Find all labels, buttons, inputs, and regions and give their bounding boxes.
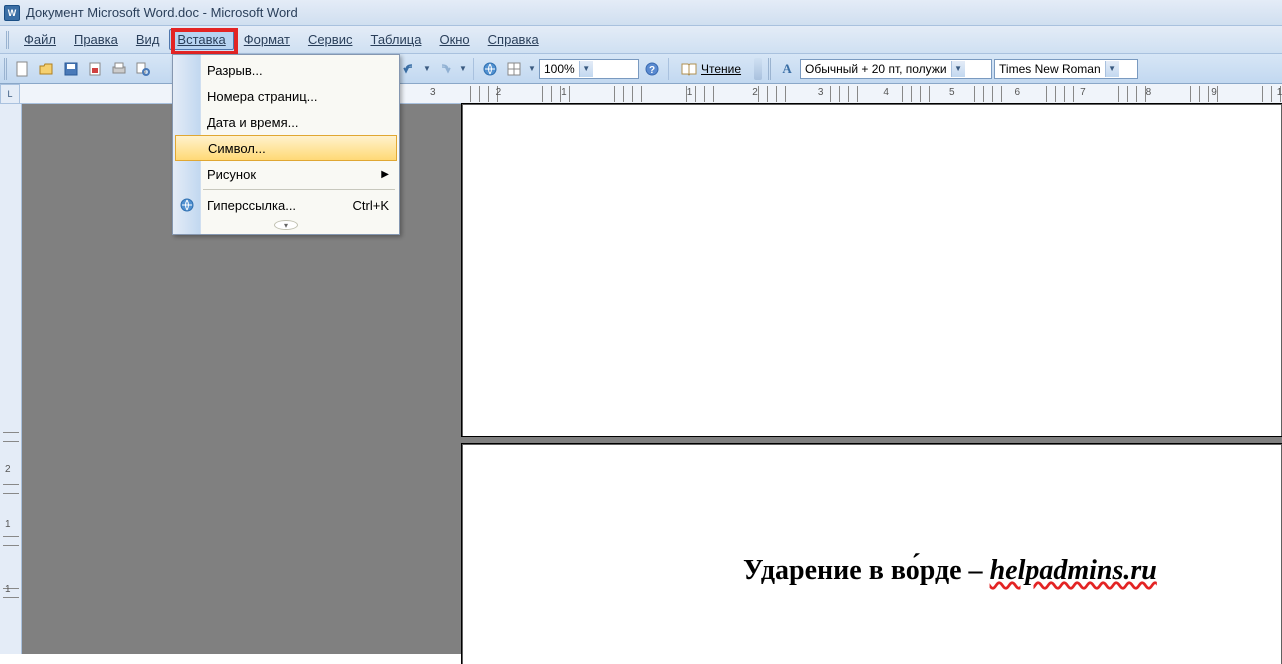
toolbar-separator-2 [668,58,669,80]
menu-format-label: Формат [244,32,290,47]
undo-button[interactable] [398,58,420,80]
svg-text:?: ? [649,65,655,76]
menu-window-label: Окно [439,32,469,47]
dd-picture-label: Рисунок [207,167,256,182]
dd-pagenum-label: Номера страниц... [207,89,318,104]
dd-item-hyperlink[interactable]: Гиперссылка... Ctrl+K [173,192,399,218]
toolbar-overflow[interactable] [754,58,762,80]
reading-layout-button[interactable]: Чтение [674,58,748,80]
chevron-down-icon: ▾ [274,220,298,230]
menu-help-label: Справка [488,32,539,47]
menu-table-label: Таблица [370,32,421,47]
formatting-grip[interactable] [768,58,772,80]
menu-tools-label: Сервис [308,32,353,47]
zoom-value: 100% [544,62,575,76]
menubar-grip[interactable] [6,31,10,49]
doc-text-part1: Ударение в во́рде – [743,555,990,586]
save-button[interactable] [60,58,82,80]
dd-item-break[interactable]: Разрыв... [173,57,399,83]
dd-hyperlink-shortcut: Ctrl+K [353,198,389,213]
menubar: Файл Правка Вид Вставка Формат Сервис Та… [0,26,1282,54]
ruler-num: 3 [430,87,436,98]
tables-dropdown[interactable]: ▼ [527,64,537,73]
document-page-1[interactable] [462,104,1282,436]
insert-dropdown-menu: Разрыв... Номера страниц... Дата и время… [172,54,400,235]
document-page-2[interactable]: Ударение в во́рде – helpadmіns.ru [462,444,1282,664]
dd-item-pagenumbers[interactable]: Номера страниц... [173,83,399,109]
dd-datetime-label: Дата и время... [207,115,298,130]
dd-item-picture[interactable]: Рисунок ▶ [173,161,399,187]
open-button[interactable] [36,58,58,80]
word-app-icon: W [4,5,20,21]
ruler-num: 1 [687,87,693,98]
tables-borders-button[interactable] [503,58,525,80]
dd-item-datetime[interactable]: Дата и время... [173,109,399,135]
dd-item-symbol[interactable]: Символ... [175,135,397,161]
zoom-dropdown-icon: ▼ [579,61,593,77]
dd-hyperlink-label: Гиперссылка... [207,198,296,213]
zoom-combo[interactable]: 100% ▼ [539,59,639,79]
vruler-num: 1 [5,519,11,530]
style-dropdown-icon: ▼ [951,61,965,77]
print-button[interactable] [108,58,130,80]
book-icon [681,62,697,76]
menu-file[interactable]: Файл [16,29,64,50]
style-combo[interactable]: Обычный + 20 пт, полужи ▼ [800,59,992,79]
redo-button[interactable] [434,58,456,80]
ruler-num: 5 [949,87,955,98]
ruler-num: 2 [496,87,502,98]
document-text-line[interactable]: Ударение в во́рде – helpadmіns.ru [743,555,1157,587]
ruler-num: 2 [752,87,758,98]
menu-format[interactable]: Формат [236,29,298,50]
vertical-ruler[interactable]: 2 1 1 [0,104,22,654]
menu-edit[interactable]: Правка [66,29,126,50]
hyperlink-icon [179,197,195,213]
menu-edit-label: Правка [74,32,118,47]
dropdown-separator [203,189,395,190]
menu-tools[interactable]: Сервис [300,29,361,50]
new-doc-button[interactable] [12,58,34,80]
window-title: Документ Microsoft Word.doc - Microsoft … [26,5,298,20]
font-value: Times New Roman [999,62,1101,76]
ruler-num: 6 [1015,87,1021,98]
vruler-num: 1 [5,584,11,595]
print-preview-button[interactable] [132,58,154,80]
dd-symbol-label: Символ... [208,141,266,156]
hyperlink-button[interactable] [479,58,501,80]
help-button[interactable]: ? [641,58,663,80]
ruler-corner[interactable]: L [0,84,20,104]
undo-dropdown[interactable]: ▼ [422,64,432,73]
menu-help[interactable]: Справка [480,29,547,50]
doc-text-part2: helpadmіns.ru [990,555,1157,586]
ruler-num: 4 [883,87,889,98]
toolbar-grip[interactable] [4,58,8,80]
submenu-arrow-icon: ▶ [381,169,389,180]
menu-insert[interactable]: Вставка [169,29,233,50]
reading-layout-label: Чтение [701,62,741,76]
menu-insert-label: Вставка [177,32,225,47]
ruler-numbers: 3 2 1 1 2 3 4 5 6 7 8 9 10 11 12 13 14 [430,87,1282,98]
permission-button[interactable] [84,58,106,80]
toolbar-separator [473,58,474,80]
font-combo[interactable]: Times New Roman ▼ [994,59,1138,79]
menu-table[interactable]: Таблица [362,29,429,50]
ruler-num: 1 [561,87,567,98]
menu-file-label: Файл [24,32,56,47]
ruler-num: 9 [1211,87,1217,98]
style-value: Обычный + 20 пт, полужи [805,62,947,76]
vruler-num: 2 [5,464,11,475]
styles-pane-button[interactable]: A [776,58,798,80]
font-dropdown-icon: ▼ [1105,61,1119,77]
dd-break-label: Разрыв... [207,63,263,78]
titlebar: W Документ Microsoft Word.doc - Microsof… [0,0,1282,26]
ruler-num: 7 [1080,87,1086,98]
ruler-num: 10 [1277,87,1282,98]
dropdown-expand[interactable]: ▾ [173,218,399,232]
menu-view-label: Вид [136,32,160,47]
menu-view[interactable]: Вид [128,29,168,50]
ruler-num: 8 [1146,87,1152,98]
menu-window[interactable]: Окно [431,29,477,50]
ruler-num: 3 [818,87,824,98]
redo-dropdown[interactable]: ▼ [458,64,468,73]
